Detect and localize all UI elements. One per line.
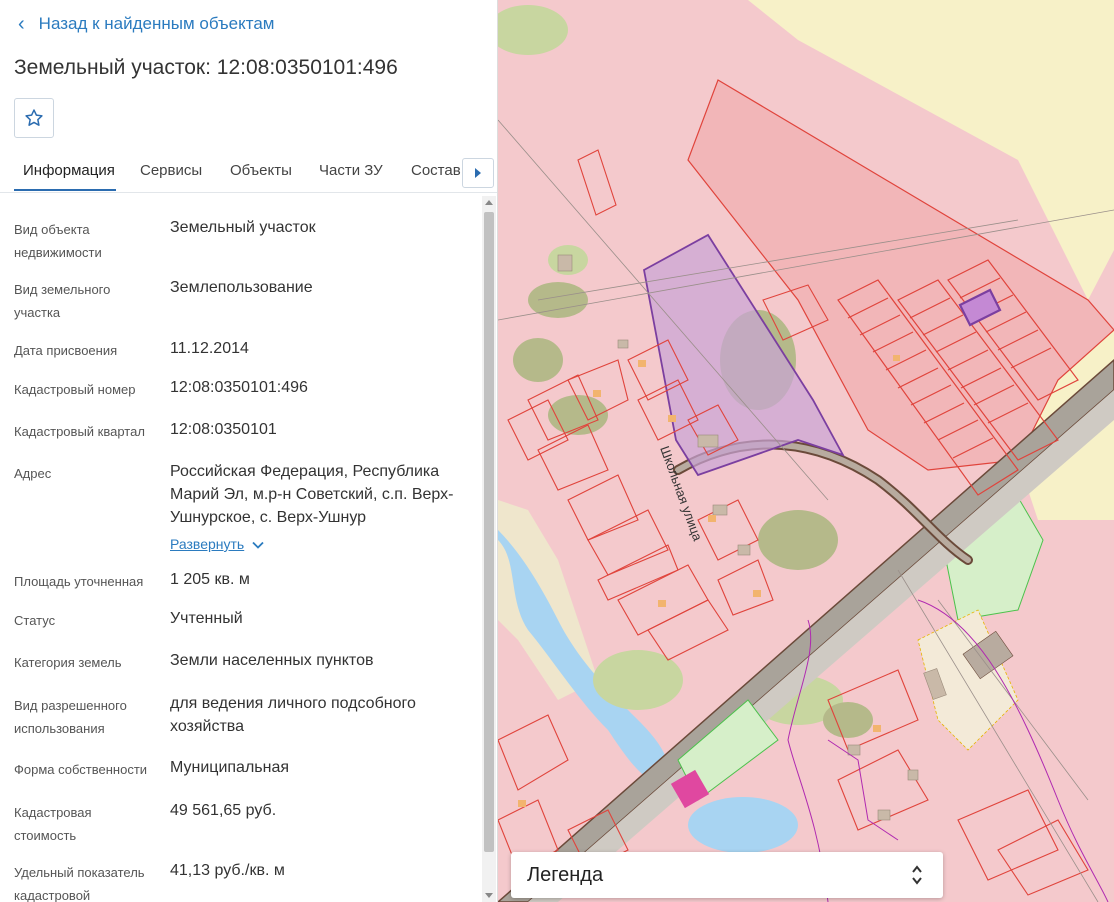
info-value: Земли населенных пунктов — [170, 652, 374, 669]
info-list: Вид объекта недвижимости Земельный участ… — [0, 194, 480, 902]
object-info-panel: ‹ Назад к найденным объектам Земельный у… — [0, 0, 498, 902]
chevron-down-icon — [252, 541, 264, 549]
tab-composition[interactable]: Состав — [411, 162, 461, 179]
info-label: Площадь уточненная — [14, 574, 144, 589]
info-value: 12:08:0350101:496 — [170, 379, 308, 396]
info-value: 41,13 руб./кв. м — [170, 862, 285, 879]
info-value: 49 561,65 руб. — [170, 802, 277, 819]
tabs-scroll-right-button[interactable] — [462, 158, 494, 188]
star-icon — [25, 109, 43, 126]
address-value: Российская Федерация, Республика Марий Э… — [170, 463, 454, 526]
tab-information[interactable]: Информация — [23, 162, 115, 179]
info-value: Земельный участок — [170, 219, 316, 236]
info-label: Кадастровый квартал — [14, 424, 145, 439]
info-label: Кадастровый номер — [14, 382, 136, 397]
info-label: Дата присвоения — [14, 343, 118, 358]
info-label: Адрес — [14, 466, 52, 481]
info-label: Кадастровая стоимость — [14, 805, 92, 843]
info-label: Форма собственности — [14, 762, 148, 777]
scroll-down-arrow-icon[interactable] — [485, 893, 493, 898]
info-value: Муниципальная — [170, 759, 290, 776]
expand-address-link[interactable]: Развернуть — [170, 533, 264, 556]
legend-dropdown[interactable]: Легенда — [511, 852, 943, 898]
active-tab-indicator — [14, 189, 116, 191]
tab-bar: Информация Сервисы Объекты Части ЗУ Сост… — [0, 150, 497, 193]
expand-label: Развернуть — [170, 536, 245, 552]
map-canvas[interactable]: Школьная улица — [498, 0, 1114, 902]
tab-objects[interactable]: Объекты — [230, 162, 292, 179]
info-label: Статус — [14, 613, 56, 628]
cadastral-map[interactable]: Школьная улица — [498, 0, 1114, 902]
info-value: 1 205 кв. м — [170, 571, 250, 588]
scrollbar-thumb[interactable] — [484, 212, 494, 852]
back-link-label: Назад к найденным объектам — [38, 14, 275, 33]
favorite-button[interactable] — [14, 98, 54, 138]
page-title: Земельный участок: 12:08:0350101:496 — [14, 56, 398, 79]
info-value: 11.12.2014 — [170, 340, 249, 357]
caret-right-icon — [475, 168, 481, 178]
info-label: Вид разрешенного использования — [14, 698, 127, 736]
chevron-up-down-icon — [912, 865, 922, 885]
info-value: Учтенный — [170, 610, 243, 627]
back-to-results-link[interactable]: ‹ Назад к найденным объектам — [18, 14, 274, 34]
info-value: для ведения личного подсобного хозяйства — [170, 695, 416, 735]
info-label: Удельный показатель кадастровой — [14, 865, 145, 902]
info-scrollbar[interactable] — [482, 196, 496, 902]
info-label: Вид объекта недвижимости — [14, 222, 102, 260]
tab-services[interactable]: Сервисы — [140, 162, 202, 179]
chevron-left-icon: ‹ — [18, 13, 25, 35]
info-value: Землепользование — [170, 279, 313, 296]
scroll-up-arrow-icon[interactable] — [485, 200, 493, 205]
tab-parcel-parts[interactable]: Части ЗУ — [319, 162, 383, 179]
legend-label: Легенда — [527, 863, 604, 886]
info-value: 12:08:0350101 — [170, 421, 277, 438]
info-value-container: Российская Федерация, Республика Марий Э… — [170, 460, 470, 556]
info-label: Вид земельного участка — [14, 282, 111, 320]
info-label: Категория земель — [14, 655, 122, 670]
